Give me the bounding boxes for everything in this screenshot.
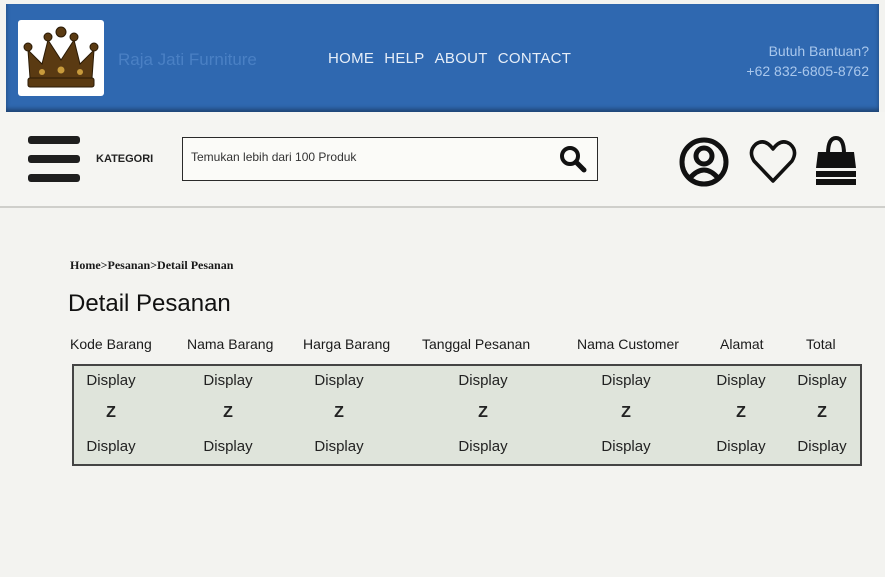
help-title: Butuh Bantuan?	[768, 43, 869, 59]
column-header: Kode Barang	[70, 336, 152, 352]
column-header: Nama Customer	[577, 336, 679, 352]
breadcrumb-separator: >	[100, 258, 108, 272]
table-cell: Display	[601, 438, 651, 455]
nav-help[interactable]: HELP	[384, 50, 424, 67]
user-account-icon[interactable]	[678, 136, 730, 193]
table-cell: Display	[716, 438, 766, 455]
column-header: Nama Barang	[187, 336, 274, 352]
table-cell: Z	[736, 404, 746, 421]
hamburger-menu-icon[interactable]	[28, 136, 80, 182]
column-header: Harga Barang	[303, 336, 391, 352]
shopping-bag-icon[interactable]	[812, 132, 860, 193]
table-cell: Z	[478, 404, 488, 421]
kategori-label[interactable]: KATEGORI	[96, 153, 153, 165]
table-cell: Display	[203, 438, 253, 455]
breadcrumb: Home>Pesanan>Detail Pesanan	[70, 258, 233, 273]
nav-contact[interactable]: CONTACT	[498, 50, 571, 67]
main-nav: HOME HELP ABOUT CONTACT	[328, 50, 571, 67]
breadcrumb-home[interactable]: Home	[70, 258, 101, 272]
table-cell: Z	[106, 404, 116, 421]
crown-logo-icon[interactable]	[18, 20, 104, 96]
breadcrumb-detail: Detail Pesanan	[157, 258, 234, 272]
breadcrumb-pesanan[interactable]: Pesanan	[108, 258, 151, 272]
table-cell: Display	[86, 372, 136, 389]
search-icon[interactable]	[559, 145, 587, 178]
brand-name[interactable]: Raja Jati Furniture	[118, 50, 257, 70]
table-cell: Display	[458, 438, 508, 455]
table-cell: Display	[797, 372, 847, 389]
table-cell: Display	[86, 438, 136, 455]
search-input[interactable]	[189, 149, 543, 165]
table-cell: Display	[601, 372, 651, 389]
nav-about[interactable]: ABOUT	[435, 50, 488, 67]
breadcrumb-separator: >	[150, 258, 158, 272]
table-cell: Display	[458, 372, 508, 389]
table-cell: Z	[621, 404, 631, 421]
order-detail-table: Display Display Display Display Display Displ…	[72, 364, 862, 466]
nav-home[interactable]: HOME	[328, 50, 374, 67]
help-phone[interactable]: +62 832-6805-8762	[746, 61, 869, 81]
table-cell: Z	[223, 404, 233, 421]
top-header-bar: Raja Jati Furniture HOME HELP ABOUT CONT…	[6, 4, 879, 112]
column-header: Alamat	[720, 336, 764, 352]
heart-icon[interactable]	[748, 136, 798, 191]
search-box	[182, 137, 598, 181]
table-header: Kode Barang Nama Barang Harga Barang Tan…	[70, 336, 870, 356]
table-cell: Display	[203, 372, 253, 389]
toolbar: KATEGORI	[0, 112, 885, 208]
column-header: Tanggal Pesanan	[422, 336, 531, 352]
page-title: Detail Pesanan	[68, 290, 231, 317]
table-cell: Display	[797, 438, 847, 455]
table-cell: Display	[716, 372, 766, 389]
table-cell: Display	[314, 438, 364, 455]
table-cell: Z	[817, 404, 827, 421]
table-cell: Z	[334, 404, 344, 421]
column-header: Total	[806, 336, 836, 352]
help-contact: Butuh Bantuan? +62 832-6805-8762	[746, 41, 869, 81]
table-cell: Display	[314, 372, 364, 389]
